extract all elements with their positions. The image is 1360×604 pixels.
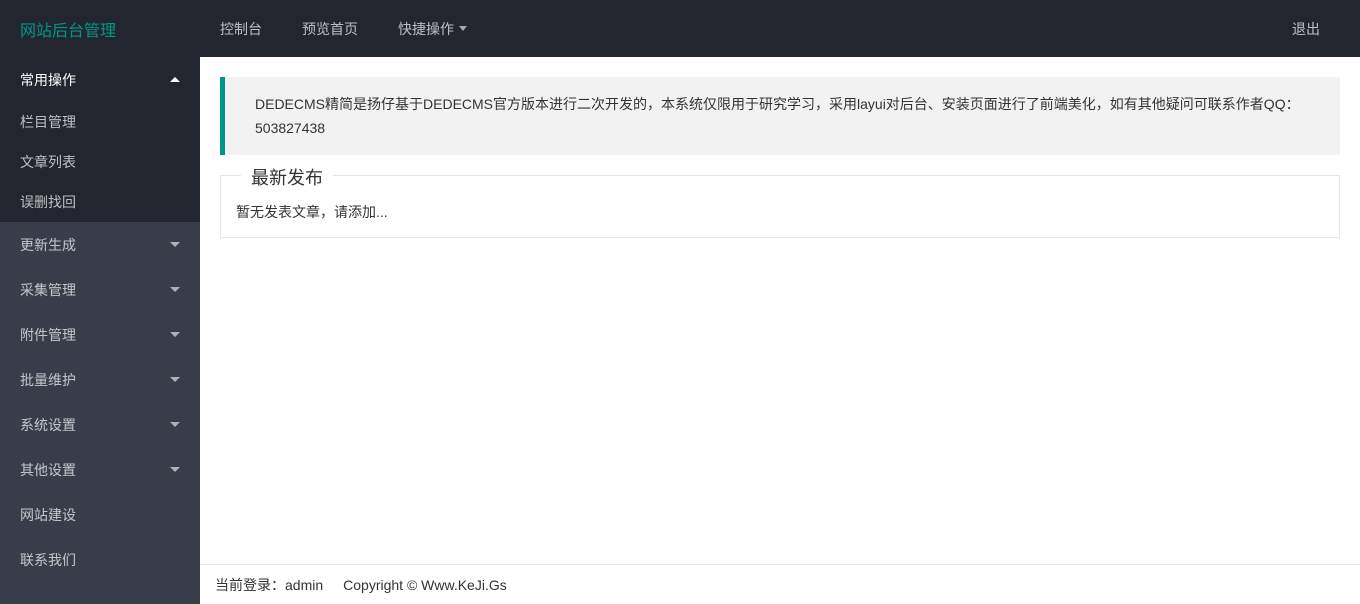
sidebar-item-contact[interactable]: 联系我们 bbox=[0, 537, 200, 582]
login-label: 当前登录： bbox=[215, 577, 285, 593]
logout-label: 退出 bbox=[1292, 19, 1320, 39]
username: admin bbox=[285, 577, 323, 593]
footer: 当前登录：admin Copyright © Www.KeJi.Gs bbox=[200, 564, 1360, 604]
logout-button[interactable]: 退出 bbox=[1272, 0, 1340, 57]
sidebar-item-label: 批量维护 bbox=[20, 370, 76, 390]
sidebar-sub-label: 误删找回 bbox=[20, 192, 76, 212]
sidebar-item-label: 网站建设 bbox=[20, 505, 76, 525]
sidebar-item-batch[interactable]: 批量维护 bbox=[0, 357, 200, 402]
sidebar-item-attachment[interactable]: 附件管理 bbox=[0, 312, 200, 357]
info-quote: DEDECMS精简是扬仔基于DEDECMS官方版本进行二次开发的，本系统仅限用于… bbox=[220, 77, 1340, 155]
footer-user: 当前登录：admin bbox=[215, 575, 323, 595]
latest-publish-fieldset: 最新发布 暂无发表文章，请添加... bbox=[220, 175, 1340, 238]
nav-preview[interactable]: 预览首页 bbox=[282, 0, 378, 57]
chevron-down-icon bbox=[170, 467, 180, 472]
sidebar-sub-label: 文章列表 bbox=[20, 152, 76, 172]
sidebar-sub-category[interactable]: 栏目管理 bbox=[0, 102, 200, 142]
sidebar-sub-label: 栏目管理 bbox=[20, 112, 76, 132]
chevron-down-icon bbox=[170, 332, 180, 337]
main-content: DEDECMS精简是扬仔基于DEDECMS官方版本进行二次开发的，本系统仅限用于… bbox=[200, 57, 1360, 564]
chevron-down-icon bbox=[170, 422, 180, 427]
sidebar: 常用操作 栏目管理 文章列表 误删找回 更新生成 采集管理 附件管理 批量维护 … bbox=[0, 57, 200, 604]
chevron-down-icon bbox=[459, 26, 467, 31]
header: 网站后台管理 控制台 预览首页 快捷操作 退出 bbox=[0, 0, 1360, 57]
nav-label: 快捷操作 bbox=[398, 19, 454, 39]
chevron-down-icon bbox=[170, 242, 180, 247]
sidebar-item-system[interactable]: 系统设置 bbox=[0, 402, 200, 447]
sidebar-item-website[interactable]: 网站建设 bbox=[0, 492, 200, 537]
nav-quick-actions[interactable]: 快捷操作 bbox=[378, 0, 487, 57]
chevron-down-icon bbox=[170, 377, 180, 382]
nav-label: 预览首页 bbox=[302, 19, 358, 39]
sidebar-item-collect[interactable]: 采集管理 bbox=[0, 267, 200, 312]
sidebar-item-other[interactable]: 其他设置 bbox=[0, 447, 200, 492]
site-logo[interactable]: 网站后台管理 bbox=[0, 17, 200, 41]
fieldset-content: 暂无发表文章，请添加... bbox=[236, 202, 1324, 222]
sidebar-item-label: 附件管理 bbox=[20, 325, 76, 345]
sidebar-item-label: 更新生成 bbox=[20, 235, 76, 255]
copyright: Copyright © Www.KeJi.Gs bbox=[343, 577, 507, 593]
sidebar-item-label: 联系我们 bbox=[20, 550, 76, 570]
sidebar-item-common[interactable]: 常用操作 bbox=[0, 57, 200, 102]
nav-label: 控制台 bbox=[220, 19, 262, 39]
header-right: 退出 bbox=[1272, 0, 1360, 57]
chevron-up-icon bbox=[170, 77, 180, 82]
sidebar-sub-article-list[interactable]: 文章列表 bbox=[0, 142, 200, 182]
nav-console[interactable]: 控制台 bbox=[200, 0, 282, 57]
sidebar-item-label: 采集管理 bbox=[20, 280, 76, 300]
chevron-down-icon bbox=[170, 287, 180, 292]
sidebar-item-label: 常用操作 bbox=[20, 70, 76, 90]
header-nav: 控制台 预览首页 快捷操作 bbox=[200, 0, 1272, 57]
sidebar-sub-recover[interactable]: 误删找回 bbox=[0, 182, 200, 222]
sidebar-item-update[interactable]: 更新生成 bbox=[0, 222, 200, 267]
sidebar-item-label: 其他设置 bbox=[20, 460, 76, 480]
sidebar-item-label: 系统设置 bbox=[20, 415, 76, 435]
quote-text: DEDECMS精简是扬仔基于DEDECMS官方版本进行二次开发的，本系统仅限用于… bbox=[255, 96, 1300, 136]
fieldset-title: 最新发布 bbox=[241, 164, 333, 190]
